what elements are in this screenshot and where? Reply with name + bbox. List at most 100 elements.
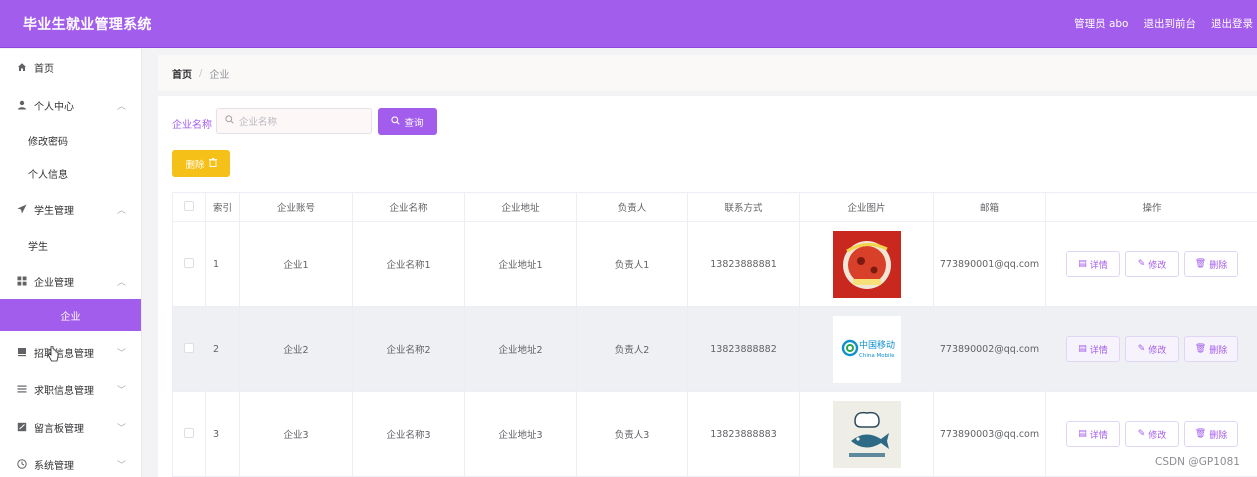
edit-icon: ✎ [1137, 344, 1146, 354]
sidebar-item-label: 系统管理 [34, 460, 74, 472]
cell-address: 企业地址1 [464, 221, 577, 307]
sidebar-item-change-password[interactable]: 修改密码 [0, 124, 141, 156]
edit-button[interactable]: ✎ 修改 [1125, 251, 1179, 277]
admin-user-link[interactable]: 管理员 abo [1074, 16, 1128, 31]
search-icon [225, 115, 234, 127]
trash-icon: 🗑 [1194, 259, 1207, 269]
document-icon: ▤ [1078, 429, 1087, 439]
sidebar-item-company-mgmt[interactable]: 企业管理 ︿ [0, 263, 141, 299]
sidebar-item-student-mgmt[interactable]: 学生管理 ︿ [0, 191, 141, 227]
user-icon [16, 99, 28, 111]
search-label: 企业名称 [172, 120, 212, 131]
cell-phone: 13823888881 [687, 221, 800, 307]
search-button[interactable]: 查询 [378, 108, 437, 135]
chevron-down-icon: ﹀ [116, 386, 126, 396]
clock-icon [16, 458, 28, 470]
cell-account: 企业1 [239, 221, 353, 307]
row-checkbox[interactable] [184, 427, 194, 438]
row-select-cell[interactable] [172, 221, 206, 307]
sidebar-item-jobseek-mgmt[interactable]: 求职信息管理 ﹀ [0, 371, 141, 407]
company-name-search-input[interactable]: 企业名称 [216, 108, 372, 134]
cell-phone: 13823888883 [687, 391, 800, 477]
cell-index: 3 [205, 391, 240, 477]
sidebar-item-label: 企业管理 [34, 277, 74, 289]
company-table: 索引 企业账号 企业名称 企业地址 负责人 联系方式 企业图片 邮箱 操作 1 … [172, 192, 1257, 477]
detail-button[interactable]: ▤ 详情 [1066, 336, 1120, 362]
logout-link[interactable]: 退出登录 [1211, 16, 1253, 31]
cell-image: 中国移动 China Mobile [799, 306, 934, 392]
table-row: 1 企业1 企业名称1 企业地址1 负责人1 13823888881 77389… [172, 221, 1257, 307]
cell-email: 773890001@qq.com [933, 221, 1046, 307]
sidebar-item-student[interactable]: 学生 [0, 229, 141, 261]
cell-ops: ▤ 详情 ✎ 修改 🗑 删除 [1045, 221, 1257, 307]
sidebar-item-label: 个人中心 [34, 101, 74, 113]
document-icon [16, 346, 28, 358]
chevron-down-icon: ﹀ [116, 461, 126, 471]
sidebar-item-home[interactable]: 首页 [0, 49, 141, 85]
col-account: 企业账号 [239, 192, 353, 222]
cell-name: 企业名称1 [352, 221, 465, 307]
search-placeholder: 企业名称 [239, 117, 278, 128]
select-all-cell[interactable] [172, 192, 206, 222]
sidebar-item-personal-center[interactable]: 个人中心 ︿ [0, 87, 141, 123]
grid-icon [16, 275, 28, 287]
delete-label: 删除 [1209, 260, 1228, 271]
document-icon: ▤ [1078, 344, 1087, 354]
content-area: 企业名称 企业名称 查询 删除 索引 企业账号 企业名称 企业地址 负责人 联系… [158, 48, 1257, 477]
company-image[interactable] [832, 400, 901, 468]
hand-cursor-icon [47, 346, 59, 362]
edit-button[interactable]: ✎ 修改 [1125, 421, 1179, 447]
cell-account: 企业2 [239, 306, 353, 392]
sidebar-item-system-mgmt[interactable]: 系统管理 ﹀ [0, 446, 141, 477]
detail-button[interactable]: ▤ 详情 [1066, 421, 1120, 447]
cell-email: 773890003@qq.com [933, 391, 1046, 477]
table-header-row: 索引 企业账号 企业名称 企业地址 负责人 联系方式 企业图片 邮箱 操作 [172, 192, 1257, 222]
app-title: 毕业生就业管理系统 [23, 17, 152, 33]
back-to-front-link[interactable]: 退出到前台 [1144, 16, 1197, 31]
row-select-cell[interactable] [172, 391, 206, 477]
table-row: 3 企业3 企业名称3 企业地址3 负责人3 13823888883 77389… [172, 391, 1257, 477]
company-image[interactable]: 中国移动 China Mobile [832, 315, 901, 383]
send-icon [16, 203, 28, 215]
col-image: 企业图片 [799, 192, 934, 222]
company-image[interactable] [832, 230, 901, 298]
trash-icon: 🗑 [1194, 344, 1207, 354]
batch-delete-label: 删除 [185, 159, 205, 171]
china-mobile-cn-text: 中国移动 [859, 339, 895, 351]
edit-icon: ✎ [1137, 429, 1146, 439]
sidebar-item-message-mgmt[interactable]: 留言板管理 ﹀ [0, 409, 141, 445]
edit-button[interactable]: ✎ 修改 [1125, 336, 1179, 362]
cell-contact-person: 负责人2 [576, 306, 688, 392]
row-checkbox[interactable] [184, 342, 194, 353]
select-all-checkbox[interactable] [184, 200, 194, 211]
sidebar-item-personal-info[interactable]: 个人信息 [0, 157, 141, 189]
edit-label: 修改 [1148, 345, 1167, 356]
delete-button[interactable]: 🗑 删除 [1184, 421, 1238, 447]
sidebar-item-label: 首页 [34, 63, 54, 75]
batch-delete-button[interactable]: 删除 [172, 150, 230, 177]
trash-icon [208, 157, 217, 170]
watermark: CSDN @GP1081 [1155, 456, 1240, 468]
chevron-up-icon: ︿ [116, 102, 126, 112]
col-name: 企业名称 [352, 192, 465, 222]
cell-ops: ▤ 详情 ✎ 修改 🗑 删除 [1045, 306, 1257, 392]
col-ops: 操作 [1045, 192, 1257, 222]
delete-button[interactable]: 🗑 删除 [1184, 251, 1238, 277]
sidebar-item-company[interactable]: 企业 [0, 299, 141, 331]
document-icon: ▤ [1078, 259, 1087, 269]
search-button-label: 查询 [404, 117, 424, 129]
row-select-cell[interactable] [172, 306, 206, 392]
detail-label: 详情 [1089, 345, 1108, 356]
chevron-down-icon: ﹀ [116, 349, 126, 359]
delete-button[interactable]: 🗑 删除 [1184, 336, 1238, 362]
cell-account: 企业3 [239, 391, 353, 477]
china-mobile-en-text: China Mobile [859, 353, 895, 359]
cell-image [799, 221, 934, 307]
sidebar-item-recruit-mgmt[interactable]: 招聘信息管理 ﹀ [0, 334, 141, 370]
chevron-up-icon: ︿ [116, 206, 126, 216]
detail-button[interactable]: ▤ 详情 [1066, 251, 1120, 277]
edit-label: 修改 [1148, 430, 1167, 441]
row-checkbox[interactable] [184, 257, 194, 268]
sidebar-item-label: 留言板管理 [34, 423, 84, 435]
message-board-icon [16, 421, 28, 433]
